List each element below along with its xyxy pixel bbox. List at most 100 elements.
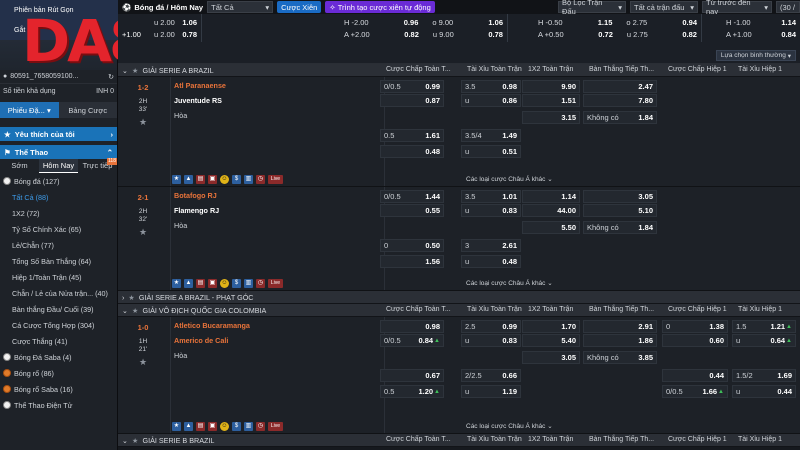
- ou-odds[interactable]: 2/2.5 0.66: [461, 369, 521, 382]
- hdp-odds[interactable]: 0.48: [380, 145, 444, 158]
- favorites-section[interactable]: ★ Yêu thích của tôi ›: [0, 127, 117, 141]
- hdp-odds[interactable]: 0.67: [380, 369, 444, 382]
- sport-item[interactable]: Bóng Đá Saba (4): [0, 349, 117, 365]
- market-item[interactable]: Bàn thắng Đầu/ Cuối (39): [0, 301, 117, 317]
- favorite-star-icon[interactable]: ★: [118, 117, 168, 128]
- ou-odds[interactable]: u 1.19: [461, 385, 521, 398]
- market-item[interactable]: Lẻ/Chẵn (77): [0, 237, 117, 253]
- ou-odds[interactable]: 3 2.61: [461, 239, 521, 252]
- home-team[interactable]: Atl Paranaense: [174, 81, 226, 90]
- hdp-odds[interactable]: 0.55: [380, 204, 444, 217]
- ou-odds[interactable]: u 0.83: [461, 204, 521, 217]
- sport-item[interactable]: Bóng đá (127): [0, 173, 117, 189]
- chart-icon[interactable]: ▥: [244, 278, 253, 288]
- x12-odds[interactable]: 3.05: [522, 351, 580, 364]
- league-name[interactable]: ⌄ ★ GIẢI VÔ ĐỊCH QUỐC GIA COLOMBIA: [122, 306, 266, 315]
- h1-ou-odds[interactable]: 1.5 1.21 ▲: [732, 320, 796, 333]
- tab-live[interactable]: Trực tiếp 118: [78, 158, 117, 173]
- tv-icon[interactable]: ▣: [208, 278, 217, 288]
- tab-bet-slip[interactable]: Phiếu Đặ... ▾: [0, 102, 59, 118]
- smile-icon[interactable]: ☺: [220, 174, 229, 184]
- x12-odds[interactable]: 5.50: [522, 221, 580, 234]
- smile-icon[interactable]: ☺: [220, 421, 229, 431]
- star-icon[interactable]: ★: [172, 278, 181, 288]
- timer-icon[interactable]: ◷: [256, 278, 265, 288]
- live-button[interactable]: Live: [268, 278, 283, 288]
- sport-item[interactable]: Thể Thao Điện Tử: [0, 397, 117, 413]
- market-item[interactable]: Tất Cả (88): [0, 189, 117, 205]
- page-count-dropdown[interactable]: (30 /: [776, 1, 800, 13]
- next-goal-odds[interactable]: 2.91: [583, 320, 657, 333]
- hdp-odds[interactable]: 0.98: [380, 320, 444, 333]
- ou-odds[interactable]: u 0.86: [461, 94, 521, 107]
- ou-odds[interactable]: 2.5 0.99: [461, 320, 521, 333]
- shirt-icon[interactable]: ▲: [184, 421, 193, 431]
- dollar-icon[interactable]: $: [232, 174, 241, 184]
- league-name[interactable]: › ★ GIẢI SERIE A BRAZIL - PHẠT GÓC: [122, 293, 254, 302]
- stats-icon[interactable]: ▤: [196, 278, 205, 288]
- league-header[interactable]: ⌄ ★ GIẢI SERIE B BRAZIL Cược Chấp Toàn T...…: [118, 434, 800, 447]
- dollar-icon[interactable]: $: [232, 278, 241, 288]
- tab-early[interactable]: Sớm: [0, 159, 39, 173]
- shirt-icon[interactable]: ▲: [184, 174, 193, 184]
- sort-dropdown[interactable]: Từ trước đến nay ▾: [702, 0, 772, 16]
- h1-hdp-odds[interactable]: 0.60: [662, 334, 728, 347]
- star-icon[interactable]: ★: [132, 436, 138, 445]
- league-header[interactable]: ⌄ ★ GIẢI SERIE A BRAZIL Cược Chấp Toàn T...…: [118, 64, 800, 77]
- tv-icon[interactable]: ▣: [208, 174, 217, 184]
- next-goal-odds[interactable]: Không có 1.84: [583, 111, 657, 124]
- next-goal-odds[interactable]: 2.47: [583, 80, 657, 93]
- tv-icon[interactable]: ▣: [208, 421, 217, 431]
- market-item[interactable]: 1X2 (72): [0, 205, 117, 221]
- market-item[interactable]: Hiệp 1/Toàn Trận (45): [0, 269, 117, 285]
- smile-icon[interactable]: ☺: [220, 278, 229, 288]
- hdp-odds[interactable]: 0.87: [380, 94, 444, 107]
- stats-icon[interactable]: ▤: [196, 421, 205, 431]
- auto-combo-button[interactable]: ✧ Trình tạo cược xiên tự động: [325, 1, 435, 13]
- favorite-star-icon[interactable]: ★: [118, 227, 168, 238]
- dollar-icon[interactable]: $: [232, 421, 241, 431]
- league-name[interactable]: ⌄ ★ GIẢI SERIE A BRAZIL: [122, 66, 214, 75]
- tab-bet-list[interactable]: Bảng Cược: [58, 102, 117, 118]
- league-header[interactable]: ⌄ ★ GIẢI VÔ ĐỊCH QUỐC GIA COLOMBIA Cược Chấ…: [118, 304, 800, 317]
- home-team[interactable]: Botafogo RJ: [174, 191, 217, 200]
- market-filter-dropdown[interactable]: Tất Cả ▾: [207, 1, 274, 13]
- h1-hdp-odds[interactable]: 0/0.5 1.66 ▲: [662, 385, 728, 398]
- away-team[interactable]: Juventude RS: [174, 96, 222, 105]
- sport-item[interactable]: Bóng rổ (86): [0, 365, 117, 381]
- live-button[interactable]: Live: [268, 174, 283, 184]
- combo-bet-button[interactable]: Cược Xiên: [277, 1, 322, 13]
- hdp-odds[interactable]: 0.5 1.61: [380, 129, 444, 142]
- hdp-odds[interactable]: 0/0.5 0.84 ▲: [380, 334, 444, 347]
- h1-ou-odds[interactable]: u 0.64 ▲: [732, 334, 796, 347]
- hdp-odds[interactable]: 0 0.50: [380, 239, 444, 252]
- ou-odds[interactable]: u 0.48: [461, 255, 521, 268]
- away-team[interactable]: Flamengo RJ: [174, 206, 219, 215]
- chart-icon[interactable]: ▥: [244, 421, 253, 431]
- next-goal-odds[interactable]: 7.80: [583, 94, 657, 107]
- star-icon[interactable]: ★: [132, 306, 138, 315]
- hdp-odds[interactable]: 0/0.5 1.44: [380, 190, 444, 203]
- x12-odds[interactable]: 1.70: [522, 320, 580, 333]
- next-goal-odds[interactable]: Không có 3.85: [583, 351, 657, 364]
- more-markets-link[interactable]: Các loại cược Châu Á khác ⌄: [466, 279, 553, 287]
- market-item[interactable]: Cá Cược Tổng Hợp (304): [0, 317, 117, 333]
- x12-odds[interactable]: 44.00: [522, 204, 580, 217]
- market-item[interactable]: Chẵn / Lẻ của Nửa trận... (40): [0, 285, 117, 301]
- market-item[interactable]: Cược Thắng (41): [0, 333, 117, 349]
- h1-ou-odds[interactable]: u 0.44: [732, 385, 796, 398]
- next-goal-odds[interactable]: 3.05: [583, 190, 657, 203]
- tab-today[interactable]: Hôm Nay: [39, 159, 78, 173]
- chart-icon[interactable]: ▥: [244, 174, 253, 184]
- match-filter-dropdown[interactable]: Bộ Lọc Trận Đấu ▾: [558, 0, 626, 16]
- star-icon[interactable]: ★: [128, 293, 134, 302]
- away-team[interactable]: Americo de Cali: [174, 336, 228, 345]
- x12-odds[interactable]: 1.51: [522, 94, 580, 107]
- ou-odds[interactable]: 3.5 0.98: [461, 80, 521, 93]
- live-button[interactable]: Live: [268, 421, 283, 431]
- ou-odds[interactable]: 3.5/4 1.49: [461, 129, 521, 142]
- h1-ou-odds[interactable]: 1.5/2 1.69: [732, 369, 796, 382]
- timer-icon[interactable]: ◷: [256, 421, 265, 431]
- sports-section[interactable]: ⚑ Thể Thao ⌃: [0, 145, 117, 159]
- x12-odds[interactable]: 3.15: [522, 111, 580, 124]
